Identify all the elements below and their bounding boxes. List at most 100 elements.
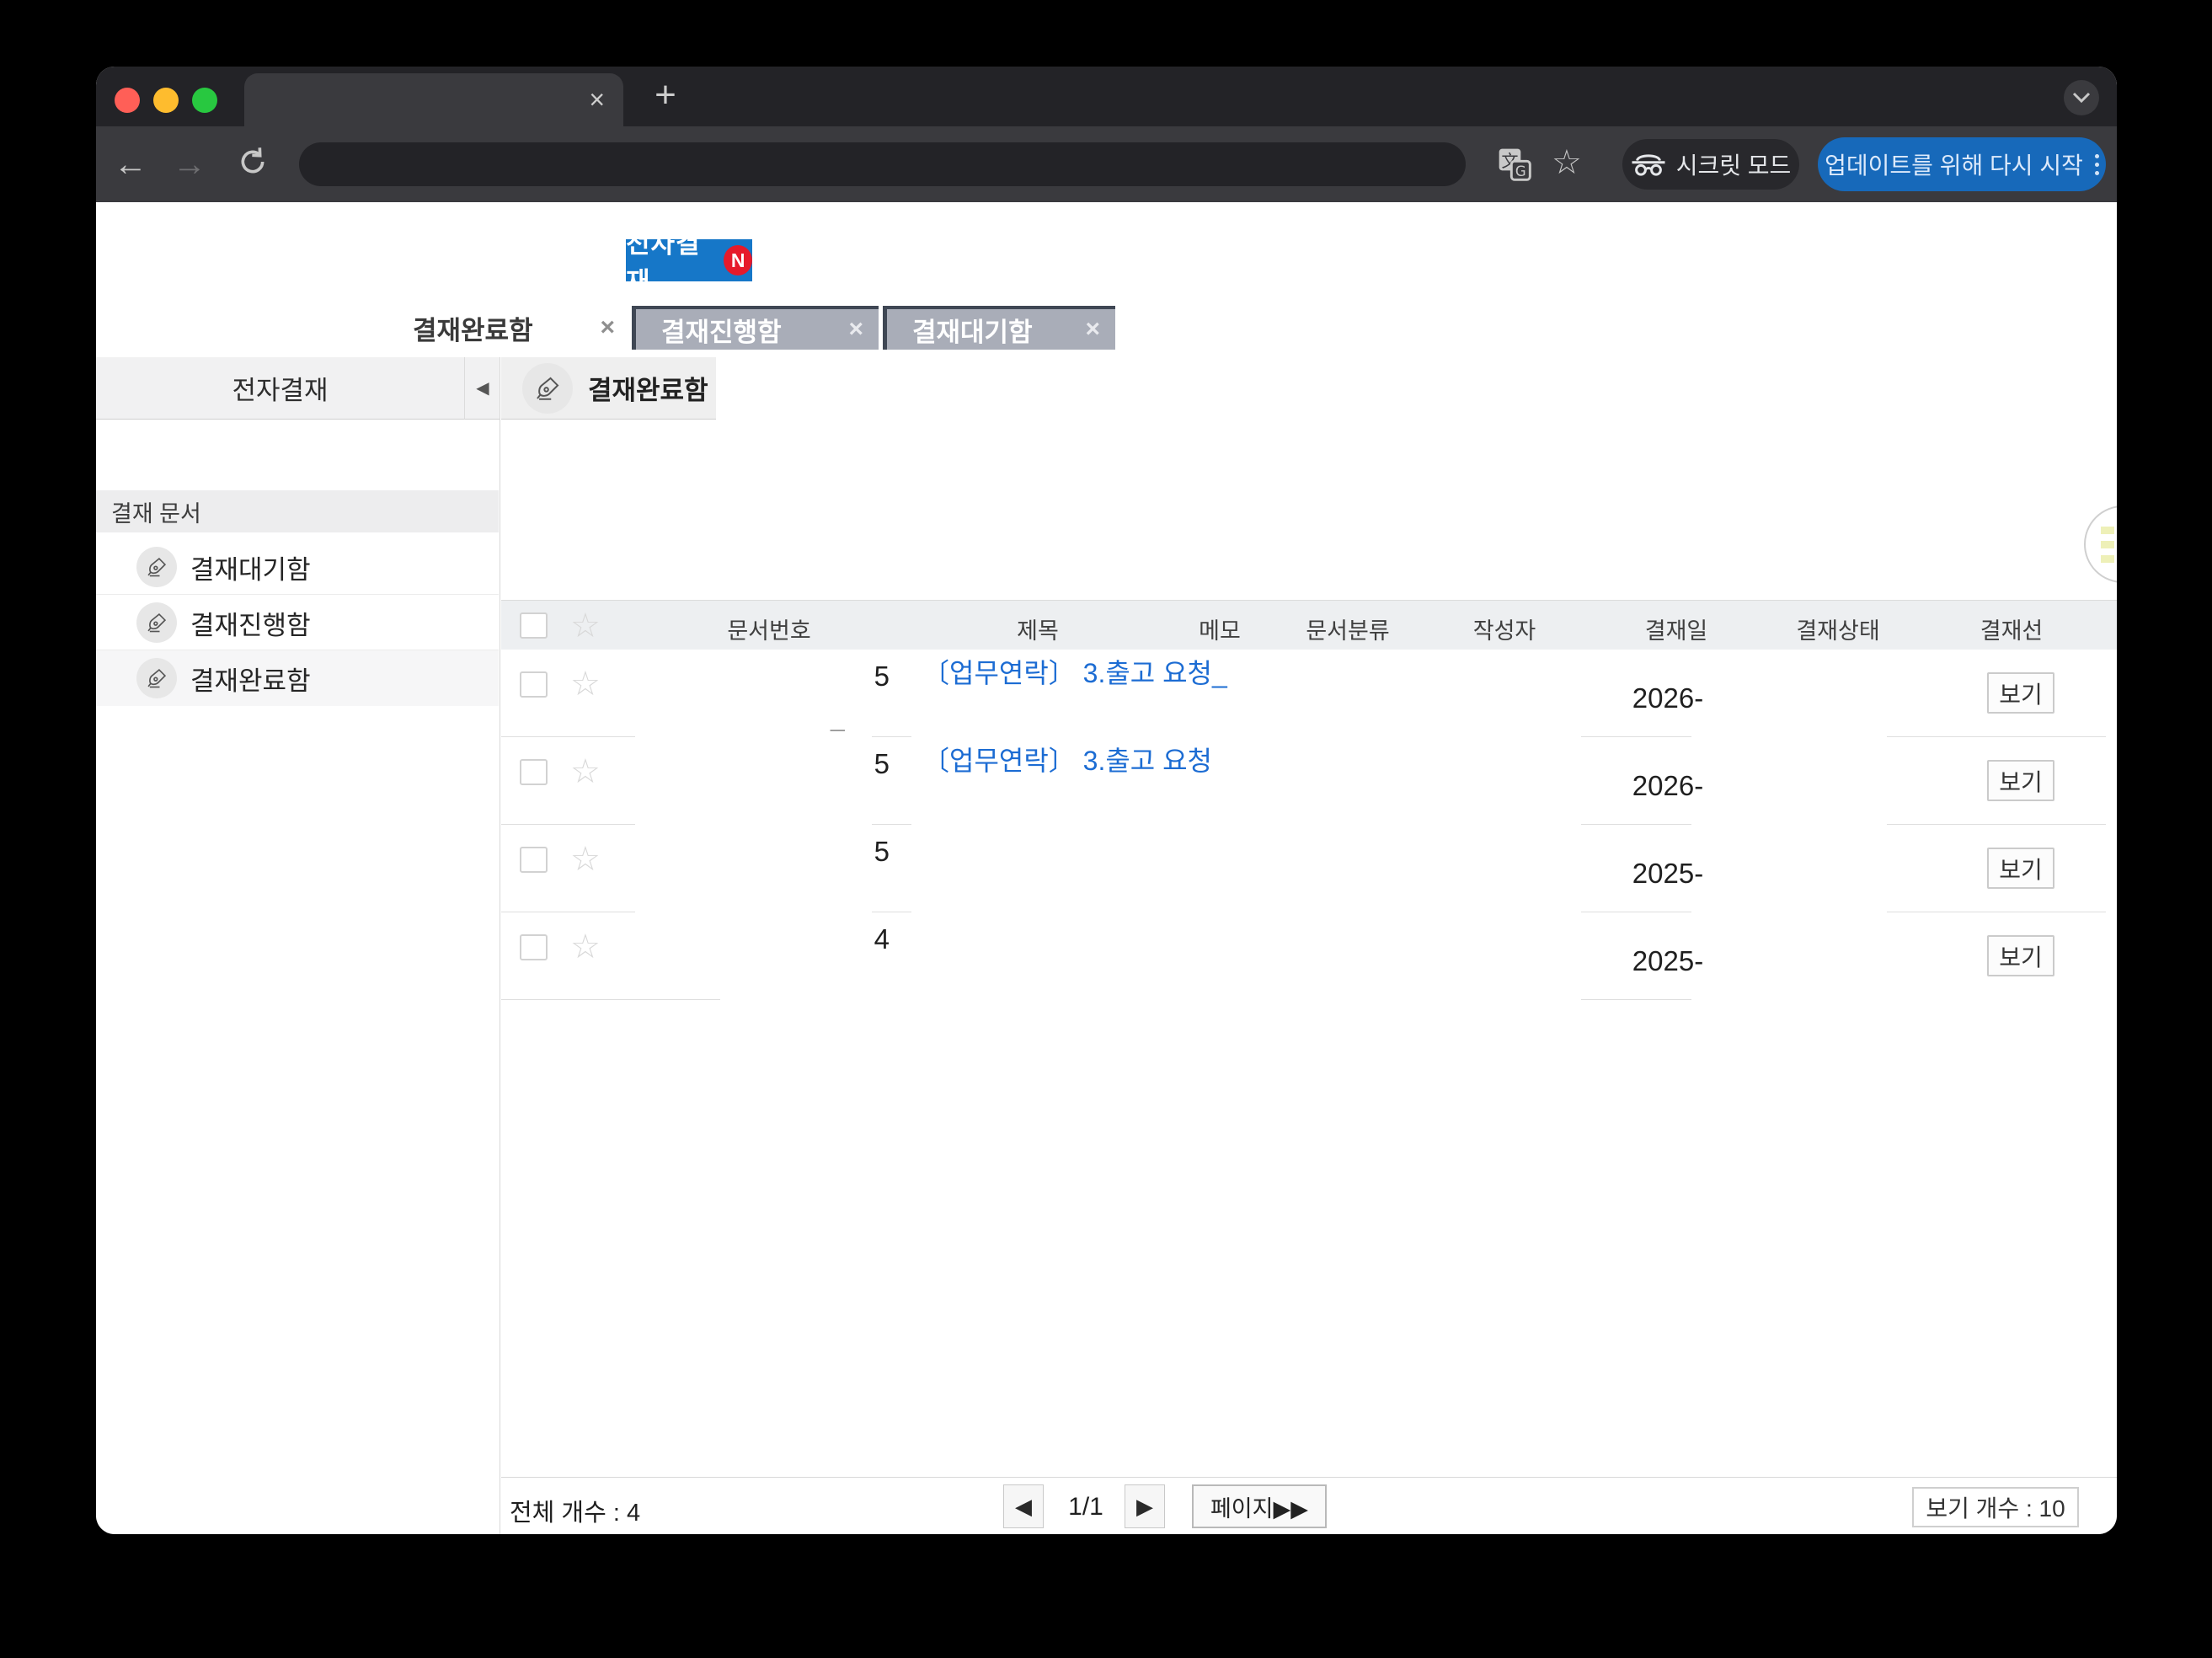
browser-tab-bar: × + (96, 67, 2117, 126)
browser-toolbar: ← → 文G ☆ 시크릿 모드 업데이트를 위해 다시 시작 (96, 126, 2117, 202)
sidebar-item-waiting[interactable]: 결재대기함 (96, 539, 499, 595)
footer-divider (501, 1477, 2117, 1478)
sidebar-collapse-button[interactable]: ◀ (464, 357, 500, 420)
app-tab-in-progress[interactable]: 결재진행함 × (632, 306, 879, 350)
sidebar-item-label: 결재대기함 (190, 548, 311, 586)
forward-button[interactable]: → (170, 145, 209, 184)
next-page-button[interactable]: ▶ (1125, 1484, 1165, 1528)
row-separator (501, 824, 635, 825)
column-header-status: 결재상태 (1745, 612, 1931, 645)
incognito-icon (1631, 152, 1666, 177)
update-label: 업데이트를 위해 다시 시작 (1825, 147, 2083, 181)
pen-icon (136, 547, 177, 587)
row-checkbox[interactable] (520, 671, 548, 698)
approval-date: 2025- (1592, 945, 1744, 977)
row-separator (1887, 824, 2106, 825)
row-checkbox[interactable] (520, 847, 548, 873)
truncated-text-mark: _ (831, 704, 845, 733)
column-header-date: 결재일 (1584, 612, 1769, 645)
app-page: 전자결재 N 결재완료함 × 결재진행함 × 결재대기함 × 전자결재 ◀ 결재… (96, 202, 2117, 1534)
approval-date: 2026- (1592, 682, 1744, 714)
prev-page-button[interactable]: ◀ (1003, 1484, 1044, 1528)
row-separator (1581, 999, 1691, 1000)
row-separator (501, 736, 635, 737)
row-checkbox[interactable] (520, 934, 548, 960)
bookmark-star-icon[interactable]: ☆ (1552, 143, 1582, 182)
traffic-close-button[interactable] (115, 88, 140, 113)
content-header-title: 결재완료함 (588, 369, 708, 407)
content-header: 결재완료함 (501, 357, 716, 420)
url-input[interactable] (299, 142, 1466, 186)
app-logo: 전자결재 N (626, 239, 752, 281)
traffic-zoom-button[interactable] (192, 88, 217, 113)
translate-icon[interactable]: 文G (1496, 145, 1533, 184)
pen-icon (136, 602, 177, 643)
app-tab-close-icon[interactable]: × (1085, 315, 1100, 344)
view-count-selector[interactable]: 보기 개수 : 10 (1912, 1487, 2079, 1527)
row-star-icon[interactable]: ☆ (570, 930, 601, 964)
tab-search-chevron-button[interactable] (2064, 80, 2099, 115)
column-header-doc-number: 문서번호 (676, 612, 862, 645)
view-button[interactable]: 보기 (1987, 848, 2054, 889)
new-tab-button[interactable]: + (645, 75, 686, 115)
row-star-icon[interactable]: ☆ (570, 667, 601, 701)
table-header: ☆ 문서번호 제목 메모 문서분류 작성자 결재일 결재상태 결재선 (501, 600, 2117, 650)
reload-icon (236, 145, 270, 179)
sidebar-item-label: 결재완료함 (190, 660, 311, 698)
doc-title-link[interactable]: 〔업무연락〕 3.출고 요청_ (922, 652, 1227, 691)
page-indicator: 1/1 (1056, 1493, 1115, 1522)
star-header-icon: ☆ (570, 609, 601, 643)
browser-tab[interactable]: × (244, 73, 623, 126)
app-tab-waiting[interactable]: 결재대기함 × (883, 306, 1115, 350)
app-tab-close-icon[interactable]: × (848, 315, 863, 344)
pen-icon (136, 658, 177, 698)
sidebar-item-label: 결재진행함 (190, 604, 311, 642)
view-button[interactable]: 보기 (1987, 672, 2054, 714)
sidebar-item-completed[interactable]: 결재완료함 (96, 650, 499, 706)
browser-menu-icon[interactable] (2095, 154, 2099, 175)
back-button[interactable]: ← (111, 145, 150, 184)
row-separator (1581, 824, 1691, 825)
svg-text:G: G (1515, 163, 1526, 179)
doc-number: 5 (788, 661, 890, 693)
app-tab-completed[interactable]: 결재완료함 × (386, 306, 632, 350)
row-separator (1887, 736, 2106, 737)
select-all-checkbox[interactable] (520, 612, 548, 639)
column-header-author: 작성자 (1412, 612, 1597, 645)
doc-number: 4 (788, 923, 890, 955)
view-button[interactable]: 보기 (1987, 760, 2054, 801)
row-star-icon[interactable]: ☆ (570, 755, 601, 789)
pen-icon (522, 363, 573, 414)
quick-menu-widget[interactable] (2084, 505, 2117, 583)
total-count-label: 전체 개수 : 4 (510, 1493, 640, 1528)
doc-number: 5 (788, 836, 890, 868)
column-header-line: 결재선 (1919, 612, 2104, 645)
update-restart-button[interactable]: 업데이트를 위해 다시 시작 (1818, 137, 2106, 191)
sidebar-section-label: 결재 문서 (111, 495, 201, 528)
row-checkbox[interactable] (520, 759, 548, 785)
row-separator (872, 736, 911, 737)
sidebar-section-header: 결재 문서 (96, 490, 499, 532)
logo-badge: N (724, 245, 752, 275)
app-tab-close-icon[interactable]: × (600, 313, 615, 342)
doc-title-link[interactable]: 〔업무연락〕 3.출고 요청 (922, 740, 1212, 778)
sidebar-item-in-progress[interactable]: 결재진행함 (96, 595, 499, 650)
app-tab-label: 결재진행함 (661, 311, 782, 349)
app-tab-label: 결재대기함 (912, 311, 1033, 349)
incognito-badge: 시크릿 모드 (1622, 139, 1799, 190)
row-separator (1581, 736, 1691, 737)
view-button[interactable]: 보기 (1987, 935, 2054, 976)
incognito-label: 시크릿 모드 (1676, 147, 1792, 181)
chevron-down-icon (2072, 92, 2091, 104)
tab-close-icon[interactable]: × (589, 85, 605, 114)
row-star-icon[interactable]: ☆ (570, 842, 601, 876)
doc-number: 5 (788, 748, 890, 780)
reload-button[interactable] (233, 145, 272, 184)
page-jump-button[interactable]: 페이지▶▶ (1192, 1484, 1327, 1528)
sidebar-title: 전자결재 (96, 357, 464, 420)
column-header-title: 제목 (945, 612, 1130, 645)
app-tab-label: 결재완료함 (413, 309, 533, 347)
traffic-minimize-button[interactable] (153, 88, 179, 113)
approval-date: 2026- (1592, 770, 1744, 802)
logo-text: 전자결재 (626, 222, 719, 298)
